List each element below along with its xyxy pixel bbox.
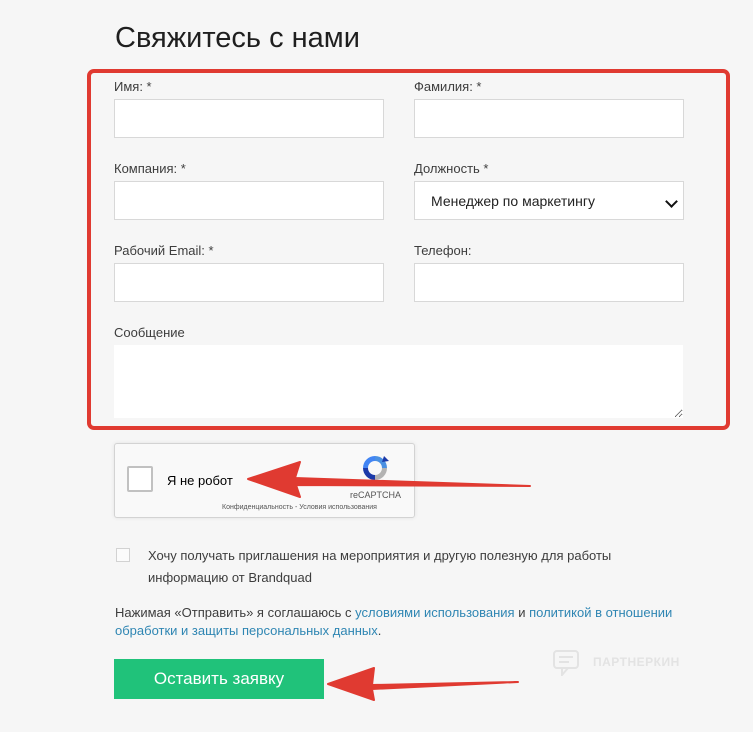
- annotation-arrow-captcha-icon: [247, 461, 531, 498]
- message-field[interactable]: [114, 345, 683, 418]
- company-label: Компания: *: [114, 161, 186, 176]
- agreement-text: Нажимая «Отправить» я соглашаюсь с услов…: [115, 604, 675, 640]
- agreement-middle: и: [514, 605, 530, 620]
- watermark: ПАРТНЕРКИН: [553, 648, 713, 678]
- email-label: Рабочий Email: *: [114, 243, 214, 258]
- agreement-prefix: Нажимая «Отправить» я соглашаюсь с: [115, 605, 356, 620]
- agreement-suffix: .: [377, 623, 382, 638]
- email-field[interactable]: [114, 263, 384, 302]
- recaptcha-label: Я не робот: [167, 473, 233, 488]
- position-select-value: Менеджер по маркетингу: [431, 192, 595, 209]
- last-name-field[interactable]: [414, 99, 684, 138]
- position-label: Должность *: [414, 161, 489, 176]
- first-name-label: Имя: *: [114, 79, 152, 94]
- phone-label: Телефон:: [414, 243, 472, 258]
- annotation-arrow-submit-icon: [327, 667, 519, 701]
- chevron-down-icon: [665, 195, 678, 208]
- page-title: Свяжитесь с нами: [115, 22, 360, 54]
- phone-field[interactable]: [414, 263, 684, 302]
- partnerkin-logo-icon: [553, 650, 579, 676]
- recaptcha-checkbox[interactable]: [127, 466, 153, 492]
- recaptcha-links[interactable]: Конфиденциальность - Условия использован…: [222, 504, 377, 511]
- position-select[interactable]: Менеджер по маркетингу: [414, 181, 684, 220]
- company-field[interactable]: [114, 181, 384, 220]
- submit-button[interactable]: Оставить заявку: [114, 659, 324, 699]
- consent-text: Хочу получать приглашения на мероприятия…: [148, 548, 612, 585]
- last-name-label: Фамилия: *: [414, 79, 482, 94]
- message-label: Сообщение: [114, 325, 185, 340]
- consent-checkbox[interactable]: [116, 548, 130, 562]
- watermark-text: ПАРТНЕРКИН: [593, 655, 680, 669]
- first-name-field[interactable]: [114, 99, 384, 138]
- terms-link[interactable]: условиями использования: [355, 605, 514, 620]
